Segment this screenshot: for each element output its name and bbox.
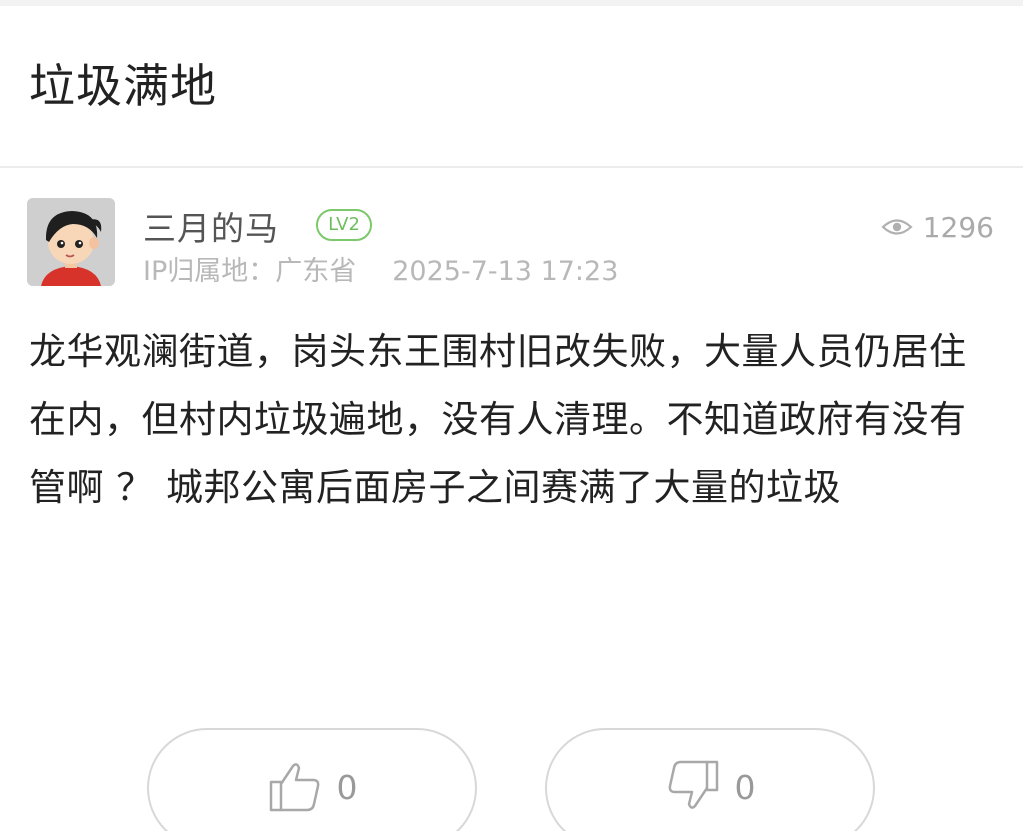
view-count-value: 1296 [922,210,994,244]
avatar[interactable] [27,198,115,286]
eye-icon [881,219,913,235]
thumbs-down-icon [668,760,718,809]
dislike-count: 0 [734,768,756,807]
post-title: 垃圾满地 [29,59,217,113]
dislike-button[interactable]: 0 [545,728,875,831]
post-detail-page: 垃圾满地 三月的马 LV2 1296 IP归属地：广东省 2025-7-13 1… [0,0,1023,831]
like-count: 0 [336,768,358,807]
level-badge: LV2 [316,209,372,241]
post-date: 2025-7-13 17:23 [392,256,619,287]
post-body: 龙华观澜街道，岗头东王围村旧改失败，大量人员仍居住在内，但村内垃圾遍地，没有人清… [29,330,967,509]
thumbs-up-icon [269,763,319,812]
like-button[interactable]: 0 [147,728,477,831]
view-count: 1296 [881,207,994,247]
ip-location: IP归属地：广东省 [143,256,357,287]
avatar-image [27,198,115,286]
post-meta: IP归属地：广东省 2025-7-13 17:23 [143,253,618,291]
title-bar: 垃圾满地 [0,6,1023,168]
author-name[interactable]: 三月的马 [143,207,279,251]
